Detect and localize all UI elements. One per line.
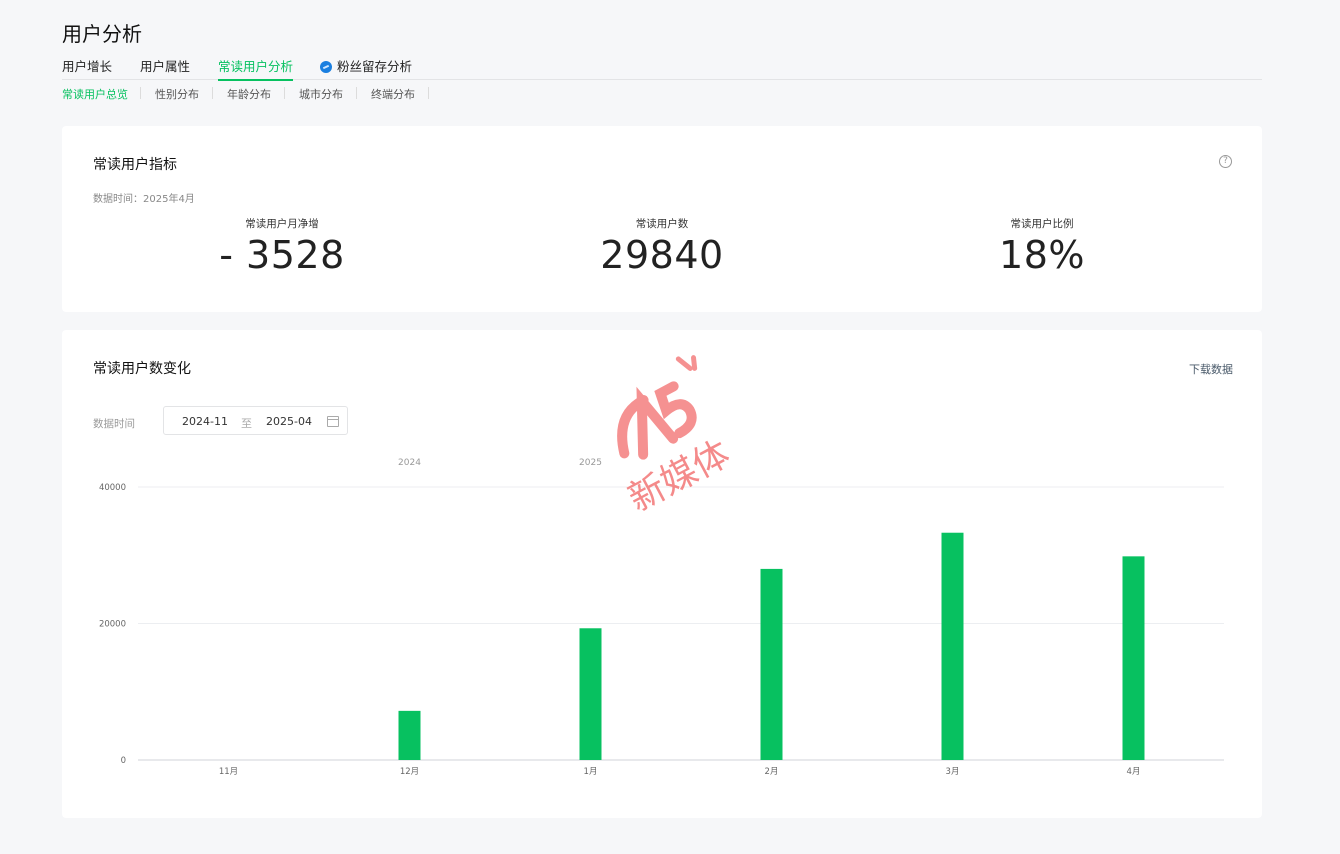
help-icon[interactable]: ? xyxy=(1219,155,1232,168)
metric-reader-count: 常读用户数 29840 xyxy=(512,216,812,277)
x-tick-label: 12月 xyxy=(400,767,419,777)
metrics-card: 常读用户指标 ? 数据时间：2025年4月 常读用户月净增 - 3528 常读用… xyxy=(62,126,1262,312)
metric-net-growth: 常读用户月净增 - 3528 xyxy=(132,216,432,277)
divider xyxy=(428,87,429,99)
tab-user-attributes[interactable]: 用户属性 xyxy=(140,56,190,80)
metric-value: 18% xyxy=(999,233,1085,277)
bar[interactable] xyxy=(760,568,783,760)
tab-fan-retention[interactable]: 粉丝留存分析 xyxy=(320,56,412,80)
subtab-overview[interactable]: 常读用户总览 xyxy=(62,86,128,102)
bar[interactable] xyxy=(1122,556,1145,760)
subtab-device[interactable]: 终端分布 xyxy=(371,86,415,102)
divider xyxy=(212,87,213,99)
divider xyxy=(284,87,285,99)
x-tick-label: 1月 xyxy=(584,767,598,777)
tab-frequent-readers[interactable]: 常读用户分析 xyxy=(218,56,294,81)
metric-value: - 3528 xyxy=(219,233,345,277)
year-label: 2024 xyxy=(398,458,421,468)
tab-fan-retention-label: 粉丝留存分析 xyxy=(337,59,413,74)
page-title: 用户分析 xyxy=(62,22,142,46)
x-tick-label: 4月 xyxy=(1127,767,1141,777)
blue-badge-icon xyxy=(320,61,332,73)
subtab-city[interactable]: 城市分布 xyxy=(299,86,343,102)
subtab-gender[interactable]: 性别分布 xyxy=(155,86,199,102)
bar[interactable] xyxy=(398,710,421,760)
x-tick-label: 2月 xyxy=(765,767,779,777)
x-tick-label: 3月 xyxy=(946,767,960,777)
bar[interactable] xyxy=(941,532,964,760)
metrics-data-time: 数据时间：2025年4月 xyxy=(93,194,195,205)
main-tabs: 用户增长 用户属性 常读用户分析 粉丝留存分析 xyxy=(62,56,1262,81)
metric-label: 常读用户数 xyxy=(635,218,689,230)
y-tick-label: 20000 xyxy=(99,620,126,630)
tab-user-growth[interactable]: 用户增长 xyxy=(62,56,112,80)
metric-value: 29840 xyxy=(600,233,724,277)
subtab-age[interactable]: 年龄分布 xyxy=(227,86,271,102)
metric-reader-ratio: 常读用户比例 18% xyxy=(892,216,1192,277)
y-tick-label: 0 xyxy=(121,756,126,766)
metrics-card-title: 常读用户指标 xyxy=(93,157,177,173)
divider xyxy=(140,87,141,99)
bar[interactable] xyxy=(579,628,602,760)
metric-label: 常读用户月净增 xyxy=(245,218,319,230)
divider xyxy=(356,87,357,99)
metric-label: 常读用户比例 xyxy=(1010,218,1074,230)
watermark-logo: 新媒体 xyxy=(617,355,737,514)
x-tick-label: 11月 xyxy=(219,767,238,777)
year-label: 2025 xyxy=(579,458,602,468)
y-tick-label: 40000 xyxy=(99,483,126,493)
